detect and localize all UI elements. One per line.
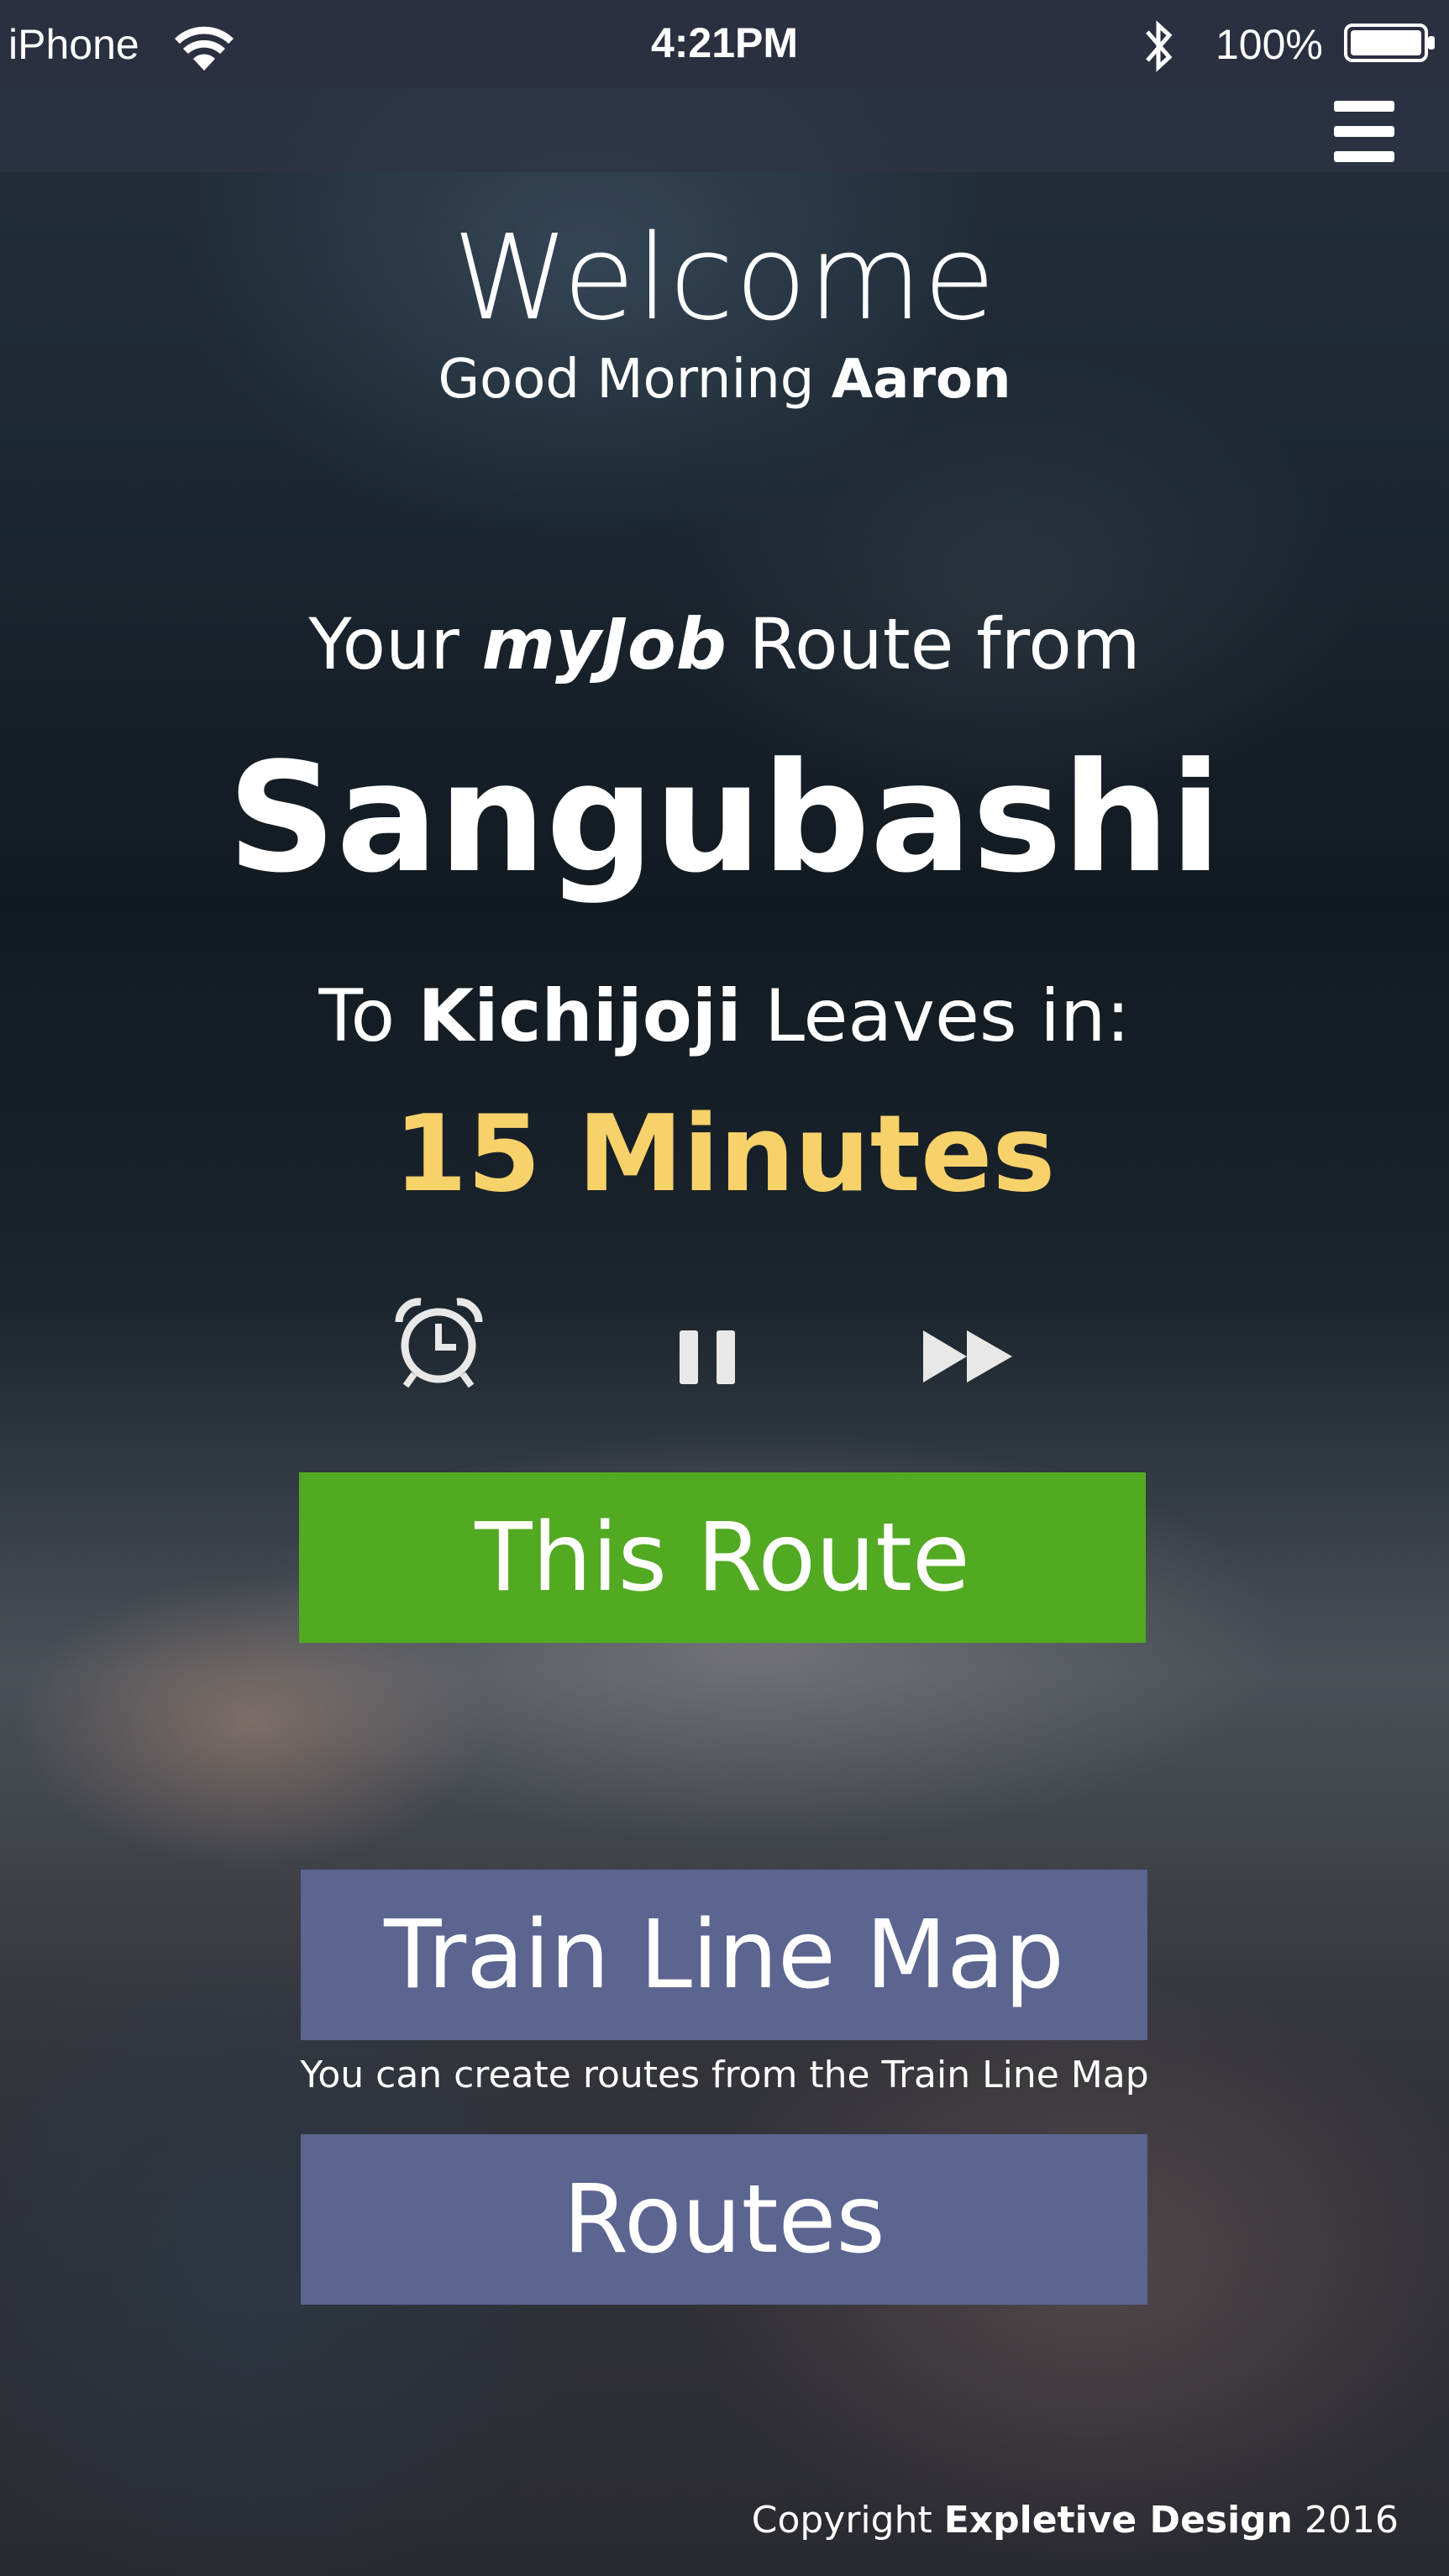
route-heading: Your myJob Route from xyxy=(0,603,1449,685)
top-nav-bar xyxy=(0,88,1449,172)
battery-percentage: 100% xyxy=(1215,21,1323,68)
user-name: Aaron xyxy=(831,349,1011,411)
leaves-label: Leaves in: xyxy=(764,974,1131,1058)
welcome-title: Welcome xyxy=(452,210,997,347)
departure-countdown: 15 Minutes xyxy=(393,1092,1056,1215)
route-suffix: Route from xyxy=(748,603,1141,685)
route-prefix: Your xyxy=(308,603,459,685)
destination-station: Kichijoji xyxy=(417,974,742,1058)
pause-icon[interactable] xyxy=(676,1327,739,1388)
copyright-footer: Copyright Expletive Design 2016 xyxy=(752,2499,1399,2542)
origin-station: Sangubashi xyxy=(227,731,1222,906)
bluetooth-icon xyxy=(1146,20,1173,72)
hamburger-menu-icon[interactable] xyxy=(1334,101,1394,163)
route-name: myJob xyxy=(481,603,727,685)
train-line-map-hint: You can create routes from the Train Lin… xyxy=(300,2054,1149,2096)
destination-line: To Kichijoji Leaves in: xyxy=(0,974,1449,1058)
greeting: Good Morning Aaron xyxy=(0,349,1449,411)
company-name: Expletive Design xyxy=(943,2499,1294,2542)
greeting-prefix: Good Morning xyxy=(438,349,815,411)
status-bar: iPhone 4:21PM 100% xyxy=(0,0,1449,88)
copyright-year: 2016 xyxy=(1305,2499,1399,2542)
train-line-map-button[interactable]: Train Line Map xyxy=(301,1870,1147,2040)
to-label: To xyxy=(318,974,396,1058)
app-screen: iPhone 4:21PM 100% Welcome Good Morning … xyxy=(0,0,1449,2576)
alarm-clock-icon[interactable] xyxy=(391,1293,487,1390)
fast-forward-icon[interactable] xyxy=(920,1327,1016,1386)
copyright-prefix: Copyright xyxy=(751,2499,932,2542)
routes-button[interactable]: Routes xyxy=(301,2134,1147,2305)
this-route-button[interactable]: This Route xyxy=(299,1472,1146,1643)
battery-icon xyxy=(1344,24,1435,62)
